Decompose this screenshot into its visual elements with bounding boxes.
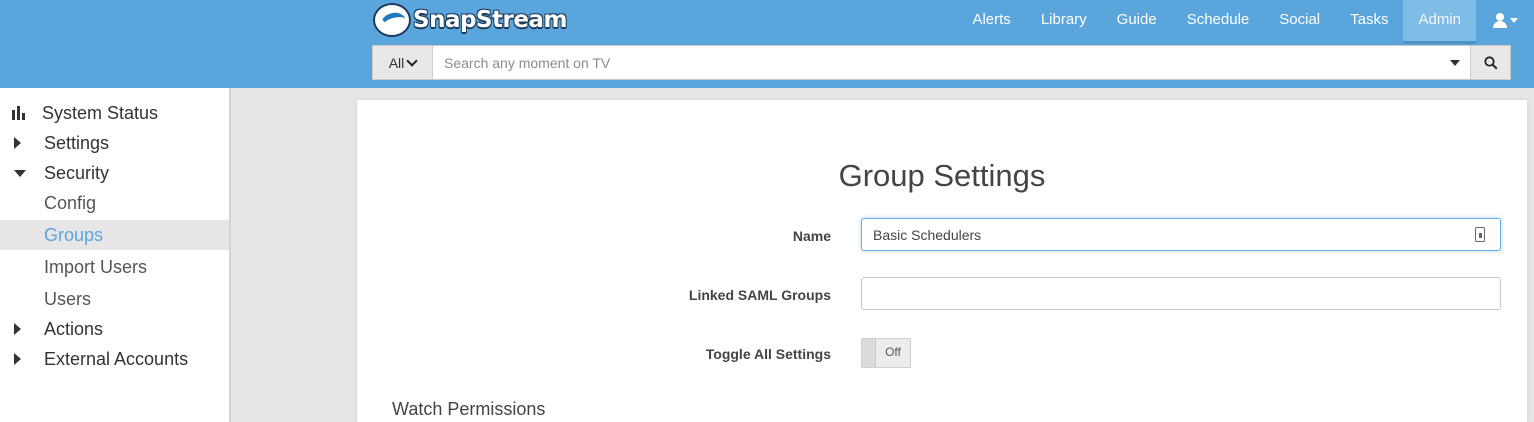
sidebar-item-external-accounts[interactable]: External Accounts — [0, 344, 229, 374]
nav-social[interactable]: Social — [1264, 0, 1335, 44]
user-menu-button[interactable] — [1476, 0, 1534, 40]
main-nav: Alerts Library Guide Schedule Social Tas… — [957, 0, 1534, 44]
sidebar-item-label: Import Users — [44, 256, 148, 277]
watch-permissions-heading: Watch Permissions — [392, 399, 546, 419]
nav-admin[interactable]: Admin — [1403, 0, 1476, 44]
caret-right-icon — [14, 353, 44, 365]
password-manager-icon[interactable] — [1475, 227, 1485, 242]
sidebar-item-label: Users — [44, 288, 92, 309]
logo-text: SnapStream — [413, 7, 567, 33]
search-input[interactable] — [433, 46, 1440, 79]
caret-down-icon — [14, 169, 44, 177]
sidebar-item-config[interactable]: Config — [0, 188, 229, 218]
toggle-all-settings-switch[interactable]: Off — [861, 338, 911, 368]
sidebar-item-label: Settings — [44, 132, 110, 153]
nav-schedule[interactable]: Schedule — [1172, 0, 1265, 44]
group-name-field[interactable] — [861, 218, 1501, 251]
saml-groups-field[interactable] — [861, 277, 1501, 310]
snapstream-logo[interactable]: SnapStream — [373, 2, 567, 38]
caret-right-icon — [14, 323, 44, 335]
sidebar-item-users[interactable]: Users — [0, 284, 229, 314]
sidebar-item-import-users[interactable]: Import Users — [0, 252, 229, 282]
chevron-down-icon — [406, 54, 418, 67]
search-scope-label: All — [388, 54, 405, 71]
page-title: Group Settings — [838, 158, 1046, 193]
bar-chart-icon — [12, 106, 42, 120]
sidebar-item-label: External Accounts — [44, 348, 189, 369]
caret-down-icon — [1509, 17, 1518, 23]
nav-tasks[interactable]: Tasks — [1335, 0, 1403, 44]
nav-guide[interactable]: Guide — [1102, 0, 1172, 44]
search-bar: All — [372, 45, 1511, 80]
name-label: Name — [792, 228, 831, 244]
sidebar-item-security[interactable]: Security — [0, 158, 229, 188]
caret-down-icon — [1450, 59, 1460, 66]
top-bar: SnapStream Alerts Library Guide Schedule… — [0, 0, 1534, 88]
group-settings-panel: Group Settings Name Linked SAML Groups T… — [357, 100, 1527, 422]
sidebar-item-settings[interactable]: Settings — [0, 128, 229, 158]
search-scope-dropdown[interactable]: All — [373, 46, 433, 79]
toggle-all-label: Toggle All Settings — [705, 346, 831, 362]
toggle-state-label: Off — [885, 345, 901, 359]
toggle-knob — [862, 339, 876, 367]
sidebar-item-label: Groups — [44, 224, 104, 245]
user-icon — [1492, 13, 1507, 28]
sidebar-item-label: Security — [44, 162, 110, 183]
sidebar-item-label: Config — [44, 192, 97, 213]
nav-alerts[interactable]: Alerts — [957, 0, 1025, 44]
sidebar-item-groups[interactable]: Groups — [0, 220, 229, 250]
sidebar-item-label: Actions — [44, 318, 104, 339]
sidebar-item-system-status[interactable]: System Status — [0, 98, 229, 128]
search-icon — [1483, 55, 1498, 70]
search-button[interactable] — [1470, 46, 1510, 79]
caret-right-icon — [14, 137, 44, 149]
saml-groups-label: Linked SAML Groups — [688, 287, 831, 303]
nav-library[interactable]: Library — [1026, 0, 1102, 44]
search-history-dropdown[interactable] — [1440, 46, 1470, 79]
sidebar-item-label: System Status — [42, 102, 159, 123]
logo-icon — [373, 3, 411, 37]
sidebar-item-actions[interactable]: Actions — [0, 314, 229, 344]
admin-sidebar: System Status Settings Security Config G… — [0, 88, 231, 422]
